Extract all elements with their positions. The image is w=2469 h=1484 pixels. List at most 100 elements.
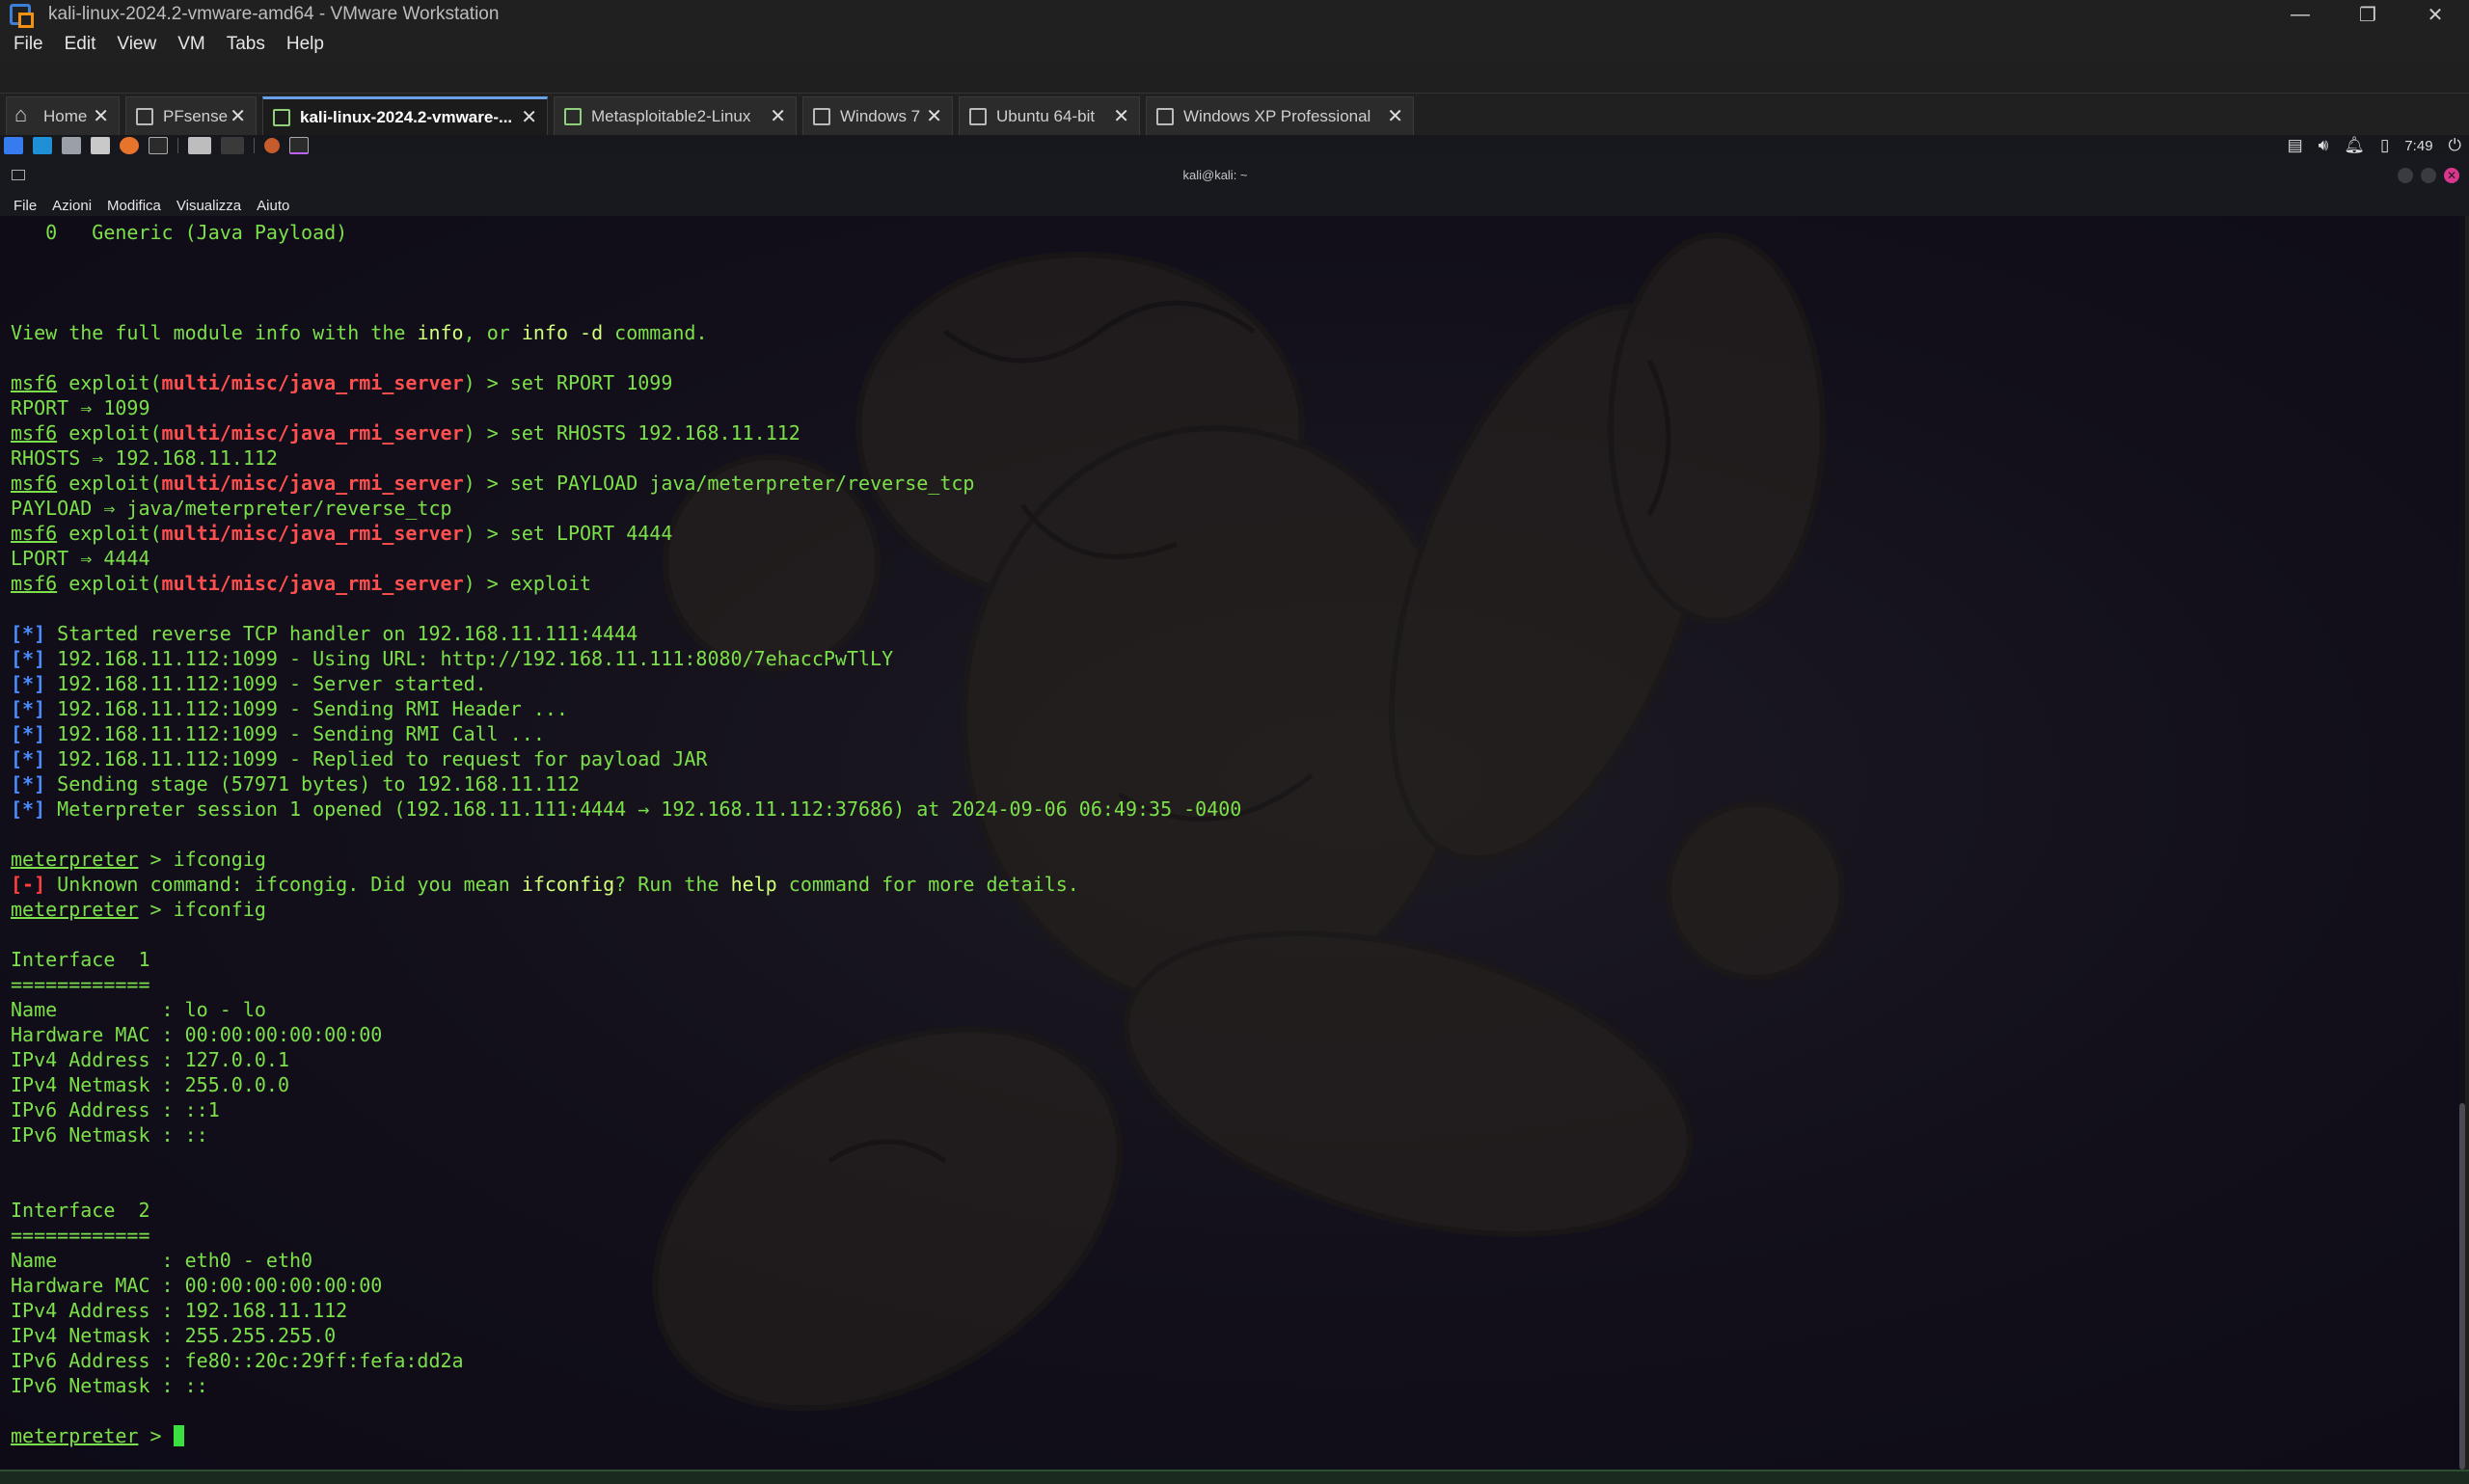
text-editor-icon[interactable] bbox=[91, 137, 110, 154]
workspace-icon[interactable] bbox=[221, 137, 244, 154]
status-text: Meterpreter session 1 opened (192.168.11… bbox=[45, 797, 1242, 821]
tab-home[interactable]: Home ✕ bbox=[6, 96, 120, 135]
menu-help[interactable]: Help bbox=[286, 34, 324, 55]
notification-bell-icon[interactable]: 🔔︎ bbox=[2344, 136, 2365, 155]
minimize-button[interactable] bbox=[2398, 168, 2413, 183]
menu-tabs[interactable]: Tabs bbox=[227, 34, 265, 55]
desktop-icon[interactable] bbox=[33, 137, 52, 154]
battery-icon[interactable]: ▯ bbox=[2380, 136, 2389, 155]
term-menu-aiuto[interactable]: Aiuto bbox=[257, 198, 289, 214]
output-text: IPv6 Netmask : :: bbox=[11, 1123, 208, 1147]
status-marker: [*] bbox=[11, 647, 46, 670]
terminal-window-controls: ✕ bbox=[2398, 168, 2459, 183]
status-marker: [*] bbox=[11, 772, 46, 796]
term-menu-file[interactable]: File bbox=[14, 198, 37, 214]
window-controls: — ❐ ✕ bbox=[2266, 0, 2469, 29]
error-text: Unknown command: ifcongig. Did you mean bbox=[45, 873, 522, 896]
output-text: Hardware MAC : 00:00:00:00:00:00 bbox=[11, 1023, 383, 1046]
kali-top-panel: ▤ 🔊︎ 🔔︎ ▯ 7:49 ⏻ bbox=[0, 135, 2469, 156]
scrollbar-thumb[interactable] bbox=[2459, 1103, 2465, 1470]
output-text: Name : eth0 - eth0 bbox=[11, 1249, 313, 1272]
minimize-button[interactable]: — bbox=[2266, 0, 2334, 29]
prompt-text: ) bbox=[463, 371, 475, 394]
module-name: multi/misc/java_rmi_server bbox=[161, 371, 464, 394]
close-icon[interactable]: ✕ bbox=[230, 104, 246, 128]
terminal-line: Name : eth0 - eth0 bbox=[11, 1248, 1241, 1273]
terminal-line: IPv6 Address : ::1 bbox=[11, 1097, 1241, 1122]
volume-icon[interactable]: 🔊︎ bbox=[2319, 136, 2329, 155]
prompt-text: ) bbox=[463, 572, 475, 595]
tab-pfsense[interactable]: PFsense ✕ bbox=[125, 96, 257, 135]
terminal-cursor[interactable] bbox=[173, 1425, 184, 1446]
menu-file[interactable]: File bbox=[14, 34, 43, 55]
status-text: 192.168.11.112:1099 - Using URL: http://… bbox=[45, 647, 894, 670]
output-text: Interface 2 bbox=[11, 1199, 150, 1222]
tab-windows-xp[interactable]: Windows XP Professional ✕ bbox=[1146, 96, 1414, 135]
prompt-text: exploit( bbox=[57, 572, 162, 595]
vmware-menubar: File Edit View VM Tabs Help bbox=[0, 29, 2469, 60]
output-text: RPORT ⇒ 1099 bbox=[11, 396, 150, 419]
terminal-scrollbar[interactable] bbox=[2459, 216, 2465, 1470]
menu-edit[interactable]: Edit bbox=[65, 34, 96, 55]
module-name: multi/misc/java_rmi_server bbox=[161, 472, 464, 495]
highlight-text: info -d bbox=[521, 321, 604, 344]
firefox-window-icon[interactable] bbox=[264, 138, 280, 153]
panel-separator bbox=[177, 138, 178, 153]
status-marker: [*] bbox=[11, 797, 46, 821]
close-icon[interactable]: ✕ bbox=[1113, 104, 1129, 128]
prompt-text: exploit( bbox=[57, 421, 162, 445]
tab-metasploitable2[interactable]: Metasploitable2-Linux ✕ bbox=[554, 96, 797, 135]
terminal-window-icon[interactable] bbox=[289, 137, 309, 154]
maximize-button[interactable] bbox=[2421, 168, 2436, 183]
prompt-text: exploit( bbox=[57, 472, 162, 495]
terminal-line: [-] Unknown command: ifcongig. Did you m… bbox=[11, 872, 1241, 897]
close-icon[interactable]: ✕ bbox=[93, 104, 109, 128]
notes-icon[interactable]: ▤ bbox=[2288, 136, 2303, 155]
close-button[interactable]: ✕ bbox=[2401, 0, 2469, 29]
tab-kali-linux[interactable]: kali-linux-2024.2-vmware-... ✕ bbox=[262, 96, 548, 135]
restore-button[interactable]: ❐ bbox=[2334, 0, 2401, 29]
output-text: PAYLOAD ⇒ java/meterpreter/reverse_tcp bbox=[11, 497, 452, 520]
menu-vm[interactable]: VM bbox=[177, 34, 205, 55]
tab-ubuntu[interactable]: Ubuntu 64-bit ✕ bbox=[959, 96, 1140, 135]
close-icon[interactable]: ✕ bbox=[770, 104, 786, 128]
kali-menu-icon[interactable] bbox=[4, 137, 23, 154]
status-text: Started reverse TCP handler on 192.168.1… bbox=[45, 622, 638, 645]
term-menu-azioni[interactable]: Azioni bbox=[52, 198, 92, 214]
meterpreter-prompt: meterpreter bbox=[11, 898, 139, 921]
close-icon[interactable]: ✕ bbox=[926, 104, 942, 128]
tab-label: kali-linux-2024.2-vmware-... bbox=[300, 107, 513, 126]
output-text: Interface 1 bbox=[11, 948, 150, 971]
msf-prompt: msf6 bbox=[11, 522, 58, 545]
firefox-icon[interactable] bbox=[120, 137, 139, 154]
terminal-output[interactable]: 0 Generic (Java Payload) View the full mo… bbox=[0, 216, 2459, 1470]
term-menu-modifica[interactable]: Modifica bbox=[107, 198, 161, 214]
power-icon[interactable]: ⏻ bbox=[2449, 136, 2461, 155]
close-icon[interactable]: ✕ bbox=[521, 105, 537, 129]
close-icon[interactable]: ✕ bbox=[1387, 104, 1403, 128]
terminal-line: [*] 192.168.11.112:1099 - Replied to req… bbox=[11, 746, 1241, 771]
module-name: multi/misc/java_rmi_server bbox=[161, 522, 464, 545]
menu-view[interactable]: View bbox=[117, 34, 156, 55]
msf-prompt: msf6 bbox=[11, 371, 58, 394]
vm-icon bbox=[1156, 107, 1174, 125]
terminal-icon[interactable] bbox=[149, 137, 168, 154]
terminal-line: Interface 2 bbox=[11, 1198, 1241, 1223]
output-text: LPORT ⇒ 4444 bbox=[11, 547, 150, 570]
close-button[interactable]: ✕ bbox=[2444, 168, 2459, 183]
command-text: > ifconfig bbox=[138, 898, 266, 921]
workspace-icon[interactable] bbox=[188, 137, 211, 154]
tab-windows-7[interactable]: Windows 7 ✕ bbox=[802, 96, 953, 135]
term-menu-visualizza[interactable]: Visualizza bbox=[176, 198, 241, 214]
error-marker: [-] bbox=[11, 873, 46, 896]
panel-separator bbox=[254, 138, 255, 153]
file-manager-icon[interactable] bbox=[62, 137, 81, 154]
panel-clock[interactable]: 7:49 bbox=[2404, 138, 2432, 154]
msf-prompt: msf6 bbox=[11, 421, 58, 445]
prompt-text: ) bbox=[463, 522, 475, 545]
terminal-line: [*] Sending stage (57971 bytes) to 192.1… bbox=[11, 771, 1241, 796]
